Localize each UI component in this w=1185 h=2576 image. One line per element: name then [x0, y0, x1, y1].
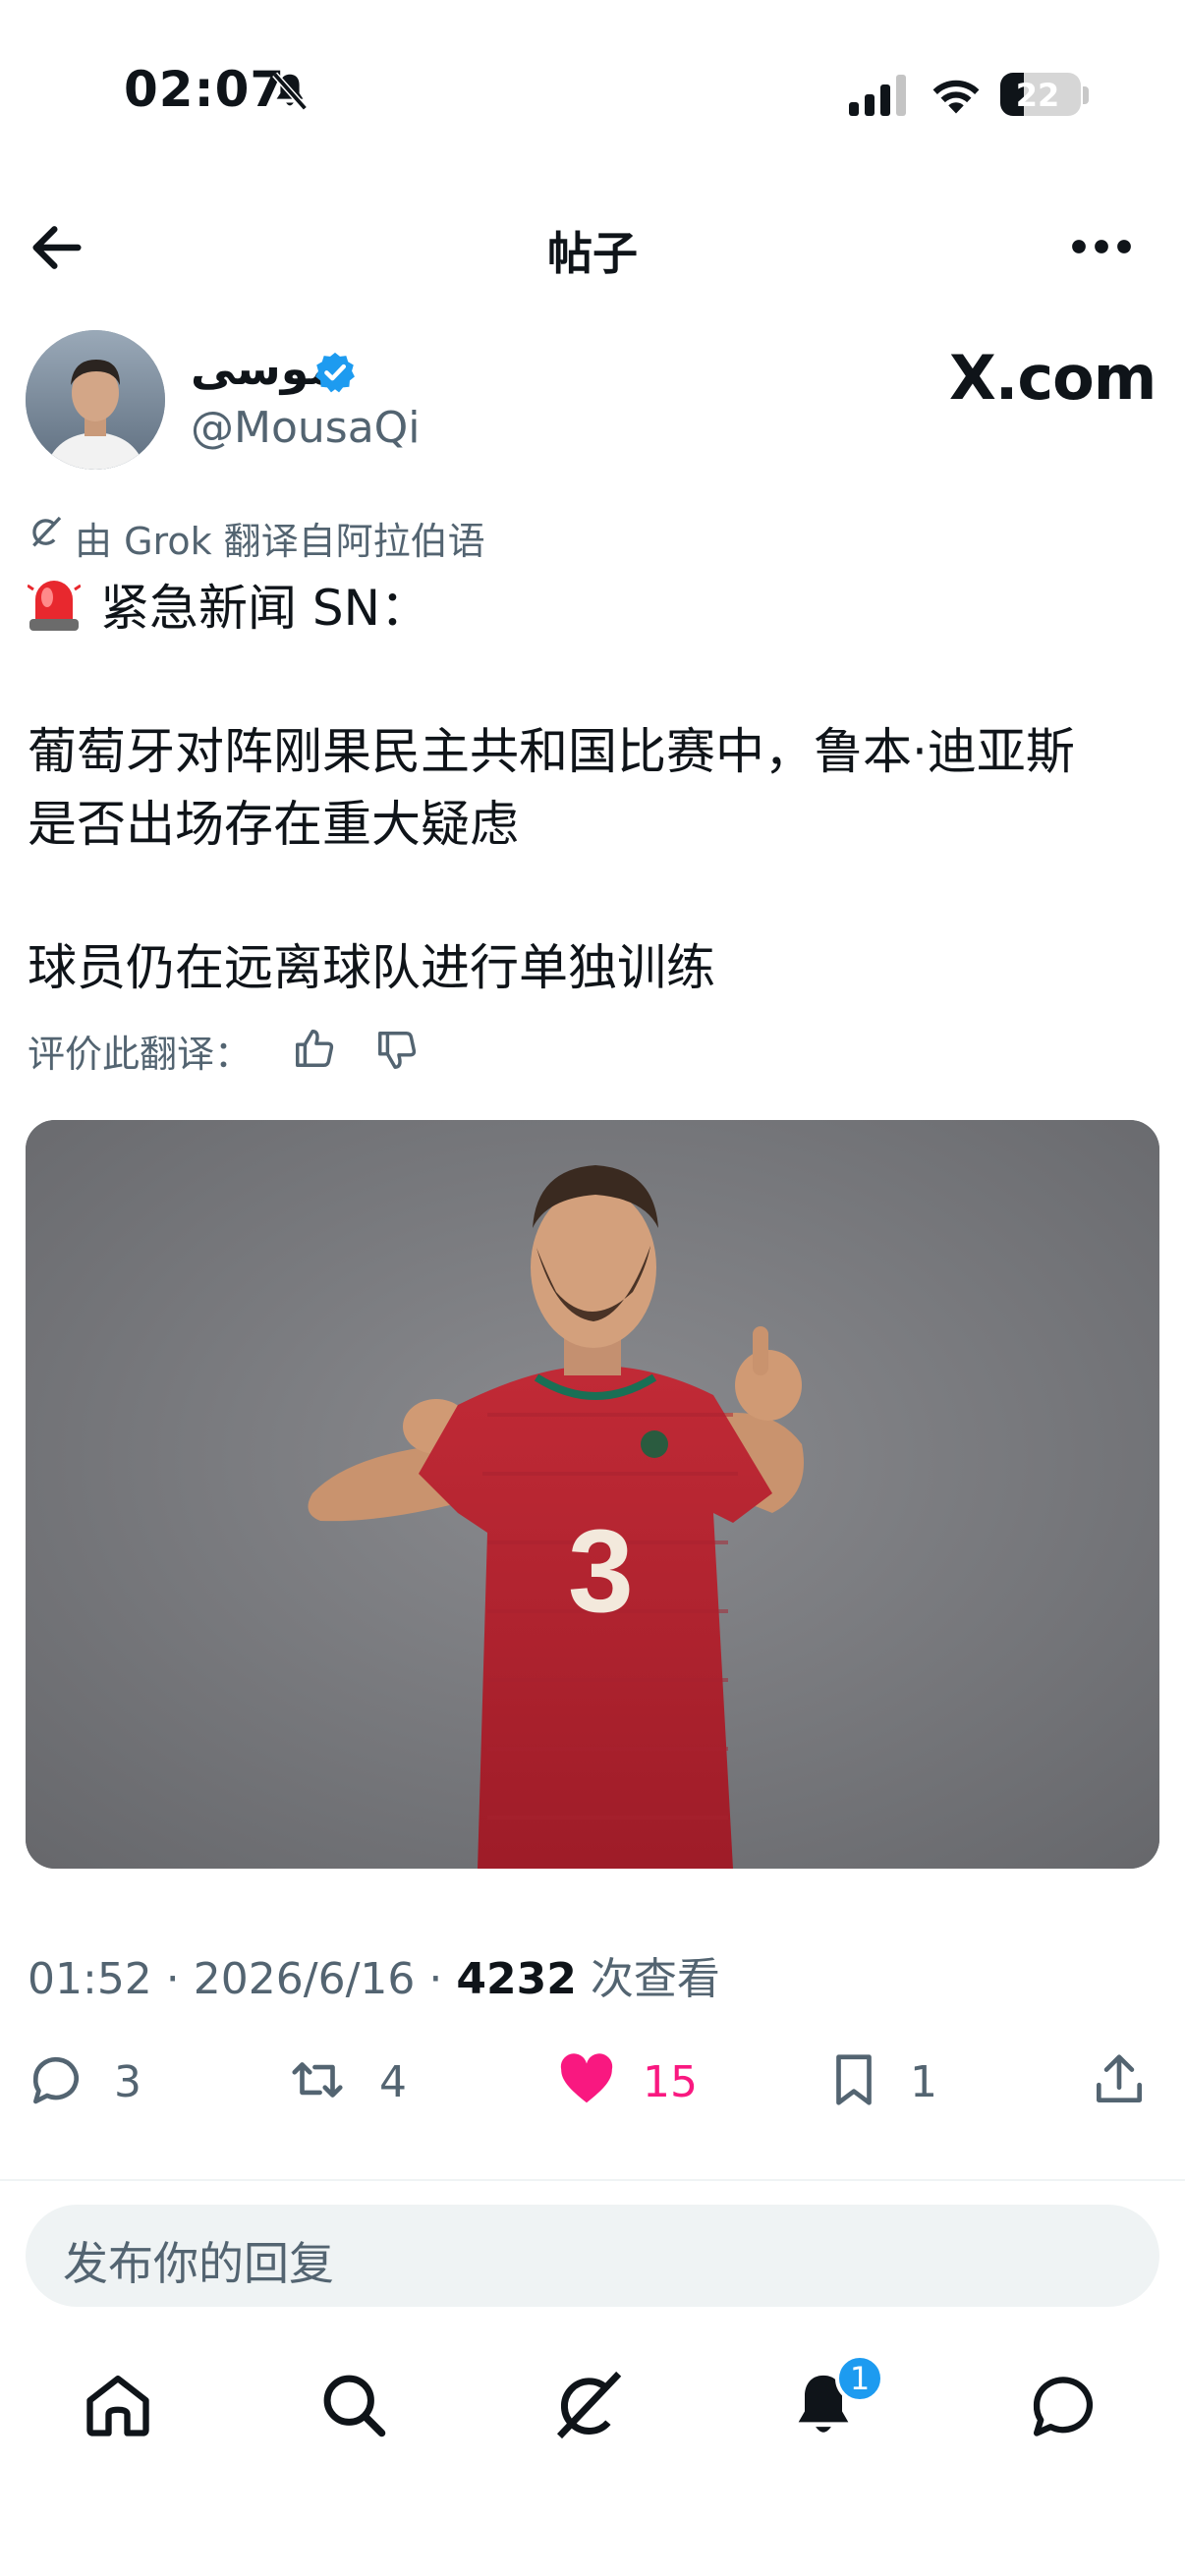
wifi-icon	[932, 80, 980, 114]
post-line-1: 紧急新闻 SN：	[100, 580, 430, 637]
view-count: 4232	[456, 1954, 577, 2004]
grok-tab-icon[interactable]	[550, 2368, 625, 2442]
reply-icon[interactable]	[26, 2049, 86, 2110]
cellular-signal-icon	[849, 75, 906, 116]
notification-badge: 1	[835, 2354, 884, 2403]
battery-level: 22	[1015, 77, 1060, 114]
ellipsis-icon[interactable]	[1067, 224, 1136, 269]
search-icon[interactable]	[316, 2368, 391, 2442]
reply-count: 3	[114, 2057, 141, 2107]
post-line-2b: 是否出场存在重大疑虑	[28, 796, 519, 853]
svg-text:3: 3	[568, 1505, 634, 1637]
heart-icon[interactable]	[556, 2049, 617, 2110]
post-photo[interactable]: 3	[26, 1120, 1159, 1869]
post-date: 2026/6/16	[193, 1954, 416, 2004]
bell-slash-icon	[272, 72, 308, 111]
grok-icon	[32, 516, 62, 547]
verified-badge-icon	[315, 352, 355, 393]
battery-tip	[1083, 86, 1089, 104]
police-light-icon	[28, 581, 81, 631]
repost-icon[interactable]	[287, 2049, 348, 2110]
views-label: 次查看	[590, 1954, 720, 2004]
translation-note[interactable]: 由 Grok 翻译自阿拉伯语	[75, 511, 485, 565]
like-count: 15	[643, 2057, 698, 2107]
post-meta: 01:52 · 2026/6/16 · 4232 次查看	[28, 1943, 720, 2006]
thumbs-up-icon[interactable]	[291, 1026, 338, 1071]
post-time: 01:52	[28, 1954, 152, 2004]
home-icon[interactable]	[81, 2368, 155, 2442]
repost-count: 4	[379, 2057, 407, 2107]
messages-icon[interactable]	[1026, 2368, 1100, 2442]
xcom-logo: X.com	[949, 342, 1157, 414]
status-time: 02:07	[124, 61, 286, 118]
avatar[interactable]	[26, 330, 165, 470]
share-icon[interactable]	[1089, 2049, 1150, 2110]
author-handle[interactable]: @MousaQi	[191, 403, 421, 453]
bookmark-count: 1	[910, 2057, 937, 2107]
post-line-2a: 葡萄牙对阵刚果民主共和国比赛中，鲁本·迪亚斯	[28, 723, 1075, 780]
reply-input[interactable]: 发布你的回复	[26, 2205, 1159, 2307]
page-title: 帖子	[547, 227, 638, 280]
bookmark-icon[interactable]	[823, 2049, 884, 2110]
meta-sep-2: ·	[415, 1954, 457, 2004]
post-headline: 紧急新闻 SN：	[28, 568, 1167, 648]
divider	[0, 2179, 1185, 2181]
battery-icon: 22	[1000, 73, 1081, 116]
thumbs-down-icon[interactable]	[373, 1028, 421, 1073]
post-line-3: 球员仍在远离球队进行单独训练	[28, 939, 715, 996]
meta-sep-1: ·	[151, 1954, 194, 2004]
rate-translation-label: 评价此翻译：	[28, 1033, 253, 1076]
reply-placeholder: 发布你的回复	[63, 2237, 334, 2290]
